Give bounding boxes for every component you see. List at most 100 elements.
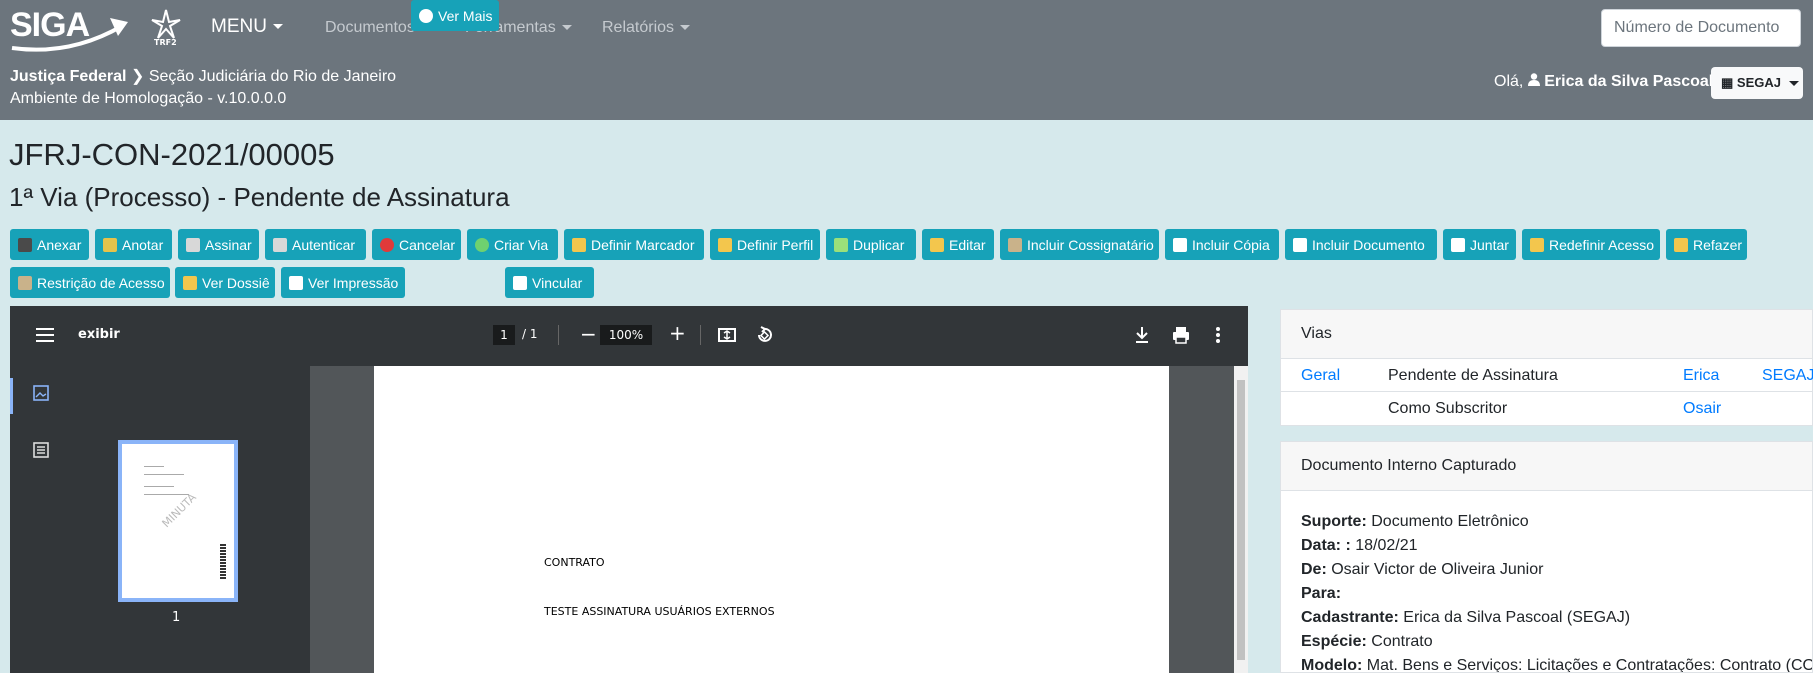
ver-dossie-button[interactable]: Ver Dossiê	[175, 267, 275, 298]
user-icon	[1527, 73, 1544, 90]
ver-impressao-button[interactable]: Ver Impressão	[281, 267, 405, 298]
chevron-down-icon	[680, 25, 691, 31]
page-body-text: TESTE ASSINATURA USUÁRIOS EXTERNOS	[544, 605, 775, 618]
page-thumbnail[interactable]: MINUTA	[118, 440, 238, 602]
authenticate-icon	[273, 237, 287, 252]
ver-mais-button[interactable]: Ver Mais	[411, 0, 499, 31]
greeting-text: Olá,	[1494, 73, 1524, 90]
more-options-icon[interactable]	[1207, 324, 1229, 346]
restricao-acesso-button[interactable]: Restrição de Acesso	[10, 267, 170, 298]
vias-panel: Vias Geral Pendente de Assinatura Erica …	[1280, 309, 1813, 426]
criar-via-button[interactable]: Criar Via	[467, 229, 558, 260]
nav-relatorios[interactable]: Relatórios	[602, 19, 691, 37]
refazer-button[interactable]: Refazer	[1666, 229, 1747, 260]
link-icon	[513, 275, 527, 290]
anotar-button[interactable]: Anotar	[95, 229, 172, 260]
zoom-in-icon[interactable]: +	[669, 321, 686, 345]
info-cadastrante: Cadastrante: Erica da Silva Pascoal (SEG…	[1301, 609, 1631, 626]
incluir-copia-button[interactable]: Incluir Cópia	[1165, 229, 1279, 260]
vias-geral-link[interactable]: Geral	[1301, 367, 1340, 385]
user-name[interactable]: Erica da Silva Pascoal	[1544, 73, 1713, 90]
redefinir-acesso-button[interactable]: Redefinir Acesso	[1522, 229, 1660, 260]
scrollbar-thumb[interactable]	[1237, 380, 1245, 660]
anexar-button[interactable]: Anexar	[10, 229, 89, 260]
active-indicator	[10, 378, 13, 414]
user-lock-icon	[18, 275, 32, 290]
top-navbar: SIGA TRF2 MENU Documentos Ferramentas Re…	[0, 0, 1813, 120]
sign-icon	[186, 237, 200, 252]
lotacao-dropdown[interactable]: ▦ SEGAJ	[1711, 67, 1803, 99]
definir-marcador-button[interactable]: Definir Marcador	[564, 229, 704, 260]
eye-icon	[419, 8, 433, 23]
vias-user-link[interactable]: Erica	[1683, 367, 1719, 385]
user-greeting: Olá, Erica da Silva Pascoal	[1494, 73, 1713, 91]
building-icon: ▦	[1721, 75, 1734, 90]
info-modelo: Modelo: Mat. Bens e Serviços: Licitações…	[1301, 657, 1813, 673]
toolbar-divider	[700, 325, 701, 345]
thumb-line	[144, 494, 189, 495]
incluir-documento-button[interactable]: Incluir Documento	[1285, 229, 1437, 260]
editar-button[interactable]: Editar	[922, 229, 994, 260]
rotate-icon[interactable]	[753, 324, 775, 346]
vias-lotacao-link[interactable]: SEGAJ	[1762, 367, 1813, 385]
chevron-down-icon	[272, 24, 283, 30]
breadcrumb-root[interactable]: Justiça Federal	[10, 68, 127, 85]
logo-arrow-icon	[11, 18, 128, 52]
attach-icon	[1451, 237, 1465, 252]
vincular-button[interactable]: Vincular	[505, 267, 594, 298]
pdf-viewer: exibir 1 / 1 − 100% + MINUTA 1 CONTRATO …	[10, 306, 1248, 673]
page-number-input[interactable]: 1	[493, 325, 515, 345]
vias-subscritor-link[interactable]: Osair	[1683, 400, 1721, 418]
autenticar-button[interactable]: Autenticar	[265, 229, 366, 260]
download-icon[interactable]	[1131, 324, 1153, 346]
lotacao-label: SEGAJ	[1736, 75, 1781, 90]
document-add-icon	[1293, 237, 1307, 252]
folder-user-icon	[718, 237, 732, 252]
shield-icon	[1530, 237, 1544, 252]
watermark: MINUTA	[159, 490, 199, 531]
breadcrumb: Justiça Federal ❯ Seção Judiciária do Ri…	[10, 66, 396, 86]
print-icon[interactable]	[1170, 324, 1192, 346]
info-para: Para:	[1301, 585, 1342, 602]
barcode-icon	[220, 544, 226, 580]
thumbnail-view-icon[interactable]	[32, 384, 50, 402]
pdf-scrollbar[interactable]	[1234, 366, 1248, 673]
fork-icon	[834, 237, 848, 252]
thumbnail-page-number: 1	[172, 610, 181, 625]
duplicar-button[interactable]: Duplicar	[826, 229, 916, 260]
vias-role: Como Subscritor	[1388, 400, 1508, 417]
cancelar-button[interactable]: Cancelar	[372, 229, 461, 260]
zoom-level-input[interactable]: 100%	[600, 325, 652, 345]
main-menu-dropdown[interactable]: MENU	[211, 16, 283, 38]
warning-icon	[1674, 237, 1688, 252]
zoom-out-icon[interactable]: −	[580, 322, 597, 346]
vias-panel-title: Vias	[1281, 310, 1812, 359]
outline-view-icon[interactable]	[32, 441, 50, 459]
menu-icon[interactable]	[36, 328, 54, 342]
assinar-button[interactable]: Assinar	[178, 229, 259, 260]
info-de: De: Osair Victor de Oliveira Junior	[1301, 561, 1544, 578]
pen-icon	[18, 237, 32, 252]
page-heading: CONTRATO	[544, 556, 605, 569]
thumb-line	[144, 486, 174, 487]
trf-label: TRF2	[154, 38, 177, 47]
juntar-button[interactable]: Juntar	[1443, 229, 1516, 260]
document-number-input[interactable]	[1601, 9, 1801, 47]
document-info-panel: Documento Interno Capturado Suporte: Doc…	[1280, 441, 1813, 673]
cancel-icon	[380, 237, 394, 252]
trf-star-icon	[151, 9, 181, 39]
chevron-right-icon: ❯	[130, 68, 145, 85]
folder-icon	[572, 237, 586, 252]
definir-perfil-button[interactable]: Definir Perfil	[710, 229, 820, 260]
breadcrumb-child: Seção Judiciária do Rio de Janeiro	[148, 68, 397, 85]
row-divider	[1281, 391, 1812, 392]
main-menu-label: MENU	[211, 16, 267, 37]
pdf-sidebar: MINUTA 1	[10, 366, 310, 673]
fit-page-icon[interactable]	[716, 324, 738, 346]
trf2-logo: TRF2	[148, 8, 184, 52]
pencil-icon	[930, 237, 944, 252]
toolbar-divider	[558, 325, 559, 345]
siga-logo[interactable]: SIGA	[10, 6, 130, 52]
info-especie: Espécie: Contrato	[1301, 633, 1433, 650]
incluir-cossignatario-button[interactable]: Incluir Cossignatário	[1000, 229, 1159, 260]
